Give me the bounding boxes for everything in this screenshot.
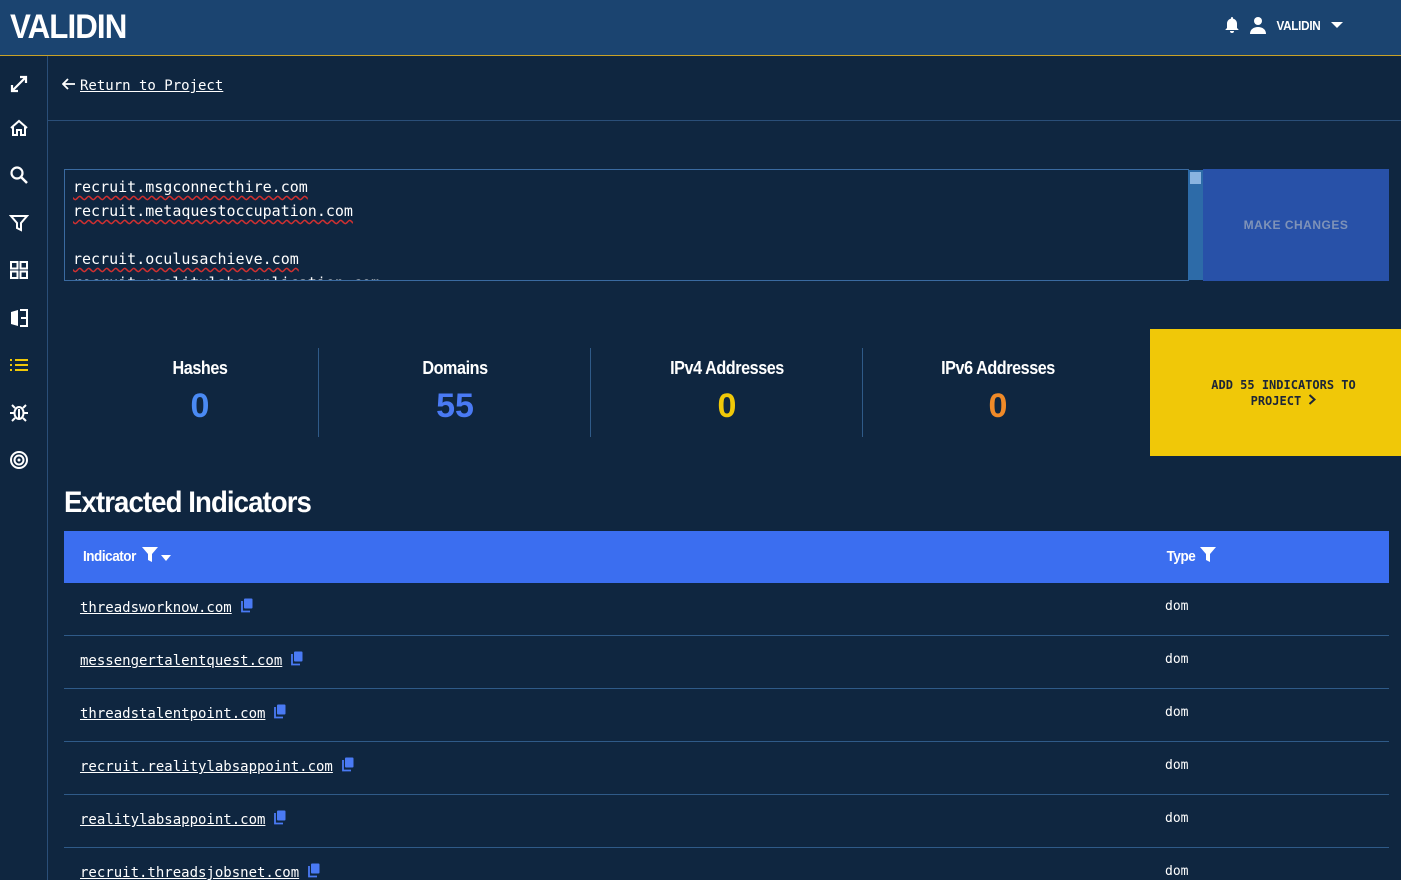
column-header-type[interactable]: Type — [1165, 547, 1216, 566]
copy-icon[interactable] — [240, 598, 253, 618]
return-bar: Return to Project — [48, 56, 1401, 121]
textarea-scrollbar[interactable] — [1188, 170, 1203, 280]
indicator-link[interactable]: recruit.realitylabsappoint.com — [80, 759, 333, 775]
textarea-content: recruit.msgconnecthire.com recruit.metaqu… — [73, 178, 380, 280]
indicator-cell: threadstalentpoint.com — [80, 704, 286, 724]
type-cell: dom — [1165, 811, 1189, 826]
add-button-label-line1: ADD 55 INDICATORS TO — [1211, 377, 1356, 392]
type-cell: dom — [1165, 652, 1189, 667]
type-cell: dom — [1165, 599, 1189, 614]
sidebar — [0, 56, 48, 880]
stat-value: 0 — [988, 387, 1008, 425]
bug-icon[interactable] — [8, 401, 30, 423]
table-header: Indicator Type — [64, 531, 1389, 583]
stat-ipv4: IPv4 Addresses 0 — [591, 347, 863, 437]
copy-icon[interactable] — [307, 863, 320, 880]
table-row: recruit.threadsjobsnet.com dom — [64, 848, 1389, 880]
stat-label: Domains — [422, 358, 488, 378]
table-row: realitylabsappoint.com dom — [64, 795, 1389, 848]
filter-icon[interactable] — [141, 547, 158, 566]
top-right-controls: VALIDIN — [1224, 14, 1343, 36]
chevron-right-icon — [1308, 393, 1317, 408]
expand-icon[interactable] — [8, 73, 30, 95]
grid-icon[interactable] — [8, 259, 30, 281]
table-row: recruit.realitylabsappoint.com dom — [64, 742, 1389, 795]
type-cell: dom — [1165, 864, 1189, 879]
stat-value: 55 — [436, 387, 474, 425]
stat-label: Hashes — [172, 358, 228, 378]
column-header-label: Indicator — [82, 548, 136, 565]
return-to-project-link[interactable]: Return to Project — [61, 78, 224, 94]
table-row: messengertalentquest.com dom — [64, 636, 1389, 689]
table-body: threadsworknow.com dom messengertalentques… — [64, 583, 1389, 880]
search-icon[interactable] — [8, 164, 30, 186]
indicator-cell: realitylabsappoint.com — [80, 810, 286, 830]
add-indicators-to-project-button[interactable]: ADD 55 INDICATORS TO PROJECT — [1150, 329, 1401, 456]
copy-icon[interactable] — [290, 651, 303, 671]
home-icon[interactable] — [8, 117, 30, 139]
indicator-cell: recruit.threadsjobsnet.com — [80, 863, 320, 880]
caret-down-icon — [1331, 21, 1343, 29]
table-row: threadstalentpoint.com dom — [64, 689, 1389, 742]
make-changes-button[interactable]: MAKE CHANGES — [1203, 169, 1389, 281]
type-cell: dom — [1165, 758, 1189, 773]
sort-desc-icon[interactable] — [160, 548, 171, 565]
textarea-line: recruit.oculusachieve.com — [73, 250, 299, 268]
stat-hashes: Hashes 0 — [64, 347, 336, 437]
indicator-link[interactable]: recruit.threadsjobsnet.com — [80, 865, 299, 880]
bell-icon[interactable] — [1224, 16, 1240, 34]
copy-icon[interactable] — [273, 810, 286, 830]
copy-icon[interactable] — [341, 757, 354, 777]
stat-value: 0 — [717, 387, 737, 425]
stat-value: 0 — [190, 387, 210, 425]
indicator-cell: threadsworknow.com — [80, 598, 253, 618]
indicator-link[interactable]: threadsworknow.com — [80, 600, 232, 616]
main-content: Return to Project recruit.msgconnecthire… — [48, 56, 1401, 880]
indicator-cell: messengertalentquest.com — [80, 651, 303, 671]
indicator-cell: recruit.realitylabsappoint.com — [80, 757, 354, 777]
copy-icon[interactable] — [273, 704, 286, 724]
textarea-line: recruit.msgconnecthire.com — [73, 178, 308, 196]
indicator-link[interactable]: messengertalentquest.com — [80, 653, 282, 669]
add-button-label-line2: PROJECT — [1250, 393, 1302, 408]
validin-logo[interactable]: VALIDIN — [10, 8, 127, 47]
textarea-scrollbar-thumb[interactable] — [1190, 172, 1201, 184]
indicator-link[interactable]: realitylabsappoint.com — [80, 812, 265, 828]
column-header-label: Type — [1166, 548, 1196, 565]
textarea-line: recruit.realitylabsapplication.com — [73, 274, 380, 280]
textarea-line — [73, 226, 380, 250]
indicator-textarea[interactable]: recruit.msgconnecthire.com recruit.metaqu… — [64, 169, 1189, 281]
user-menu[interactable]: VALIDIN — [1250, 16, 1343, 34]
return-label: Return to Project — [80, 78, 224, 94]
textarea-line: recruit.metaquestoccupation.com — [73, 202, 353, 220]
filter-icon[interactable] — [8, 212, 30, 234]
top-bar: VALIDIN VALIDIN — [0, 0, 1401, 56]
user-icon — [1250, 16, 1267, 34]
list-icon[interactable] — [8, 354, 30, 376]
indicator-link[interactable]: threadstalentpoint.com — [80, 706, 265, 722]
column-header-indicator[interactable]: Indicator — [80, 547, 171, 566]
section-title: Extracted Indicators — [64, 486, 312, 519]
target-icon[interactable] — [8, 449, 30, 471]
indicators-table: Indicator Type threadsworknow.com dom mess… — [64, 531, 1389, 880]
stat-ipv6: IPv6 Addresses 0 — [862, 347, 1134, 437]
type-cell: dom — [1165, 705, 1189, 720]
stat-domains: Domains 55 — [319, 347, 591, 437]
table-row: threadsworknow.com dom — [64, 583, 1389, 636]
username: VALIDIN — [1276, 17, 1321, 33]
stat-label: IPv4 Addresses — [670, 358, 784, 378]
arrow-left-icon — [61, 78, 76, 94]
filter-icon[interactable] — [1199, 547, 1216, 566]
stats-row: Hashes 0 Domains 55 IPv4 Addresses 0 IPv… — [64, 329, 1401, 457]
compare-icon[interactable] — [8, 307, 30, 329]
stat-label: IPv6 Addresses — [941, 358, 1055, 378]
